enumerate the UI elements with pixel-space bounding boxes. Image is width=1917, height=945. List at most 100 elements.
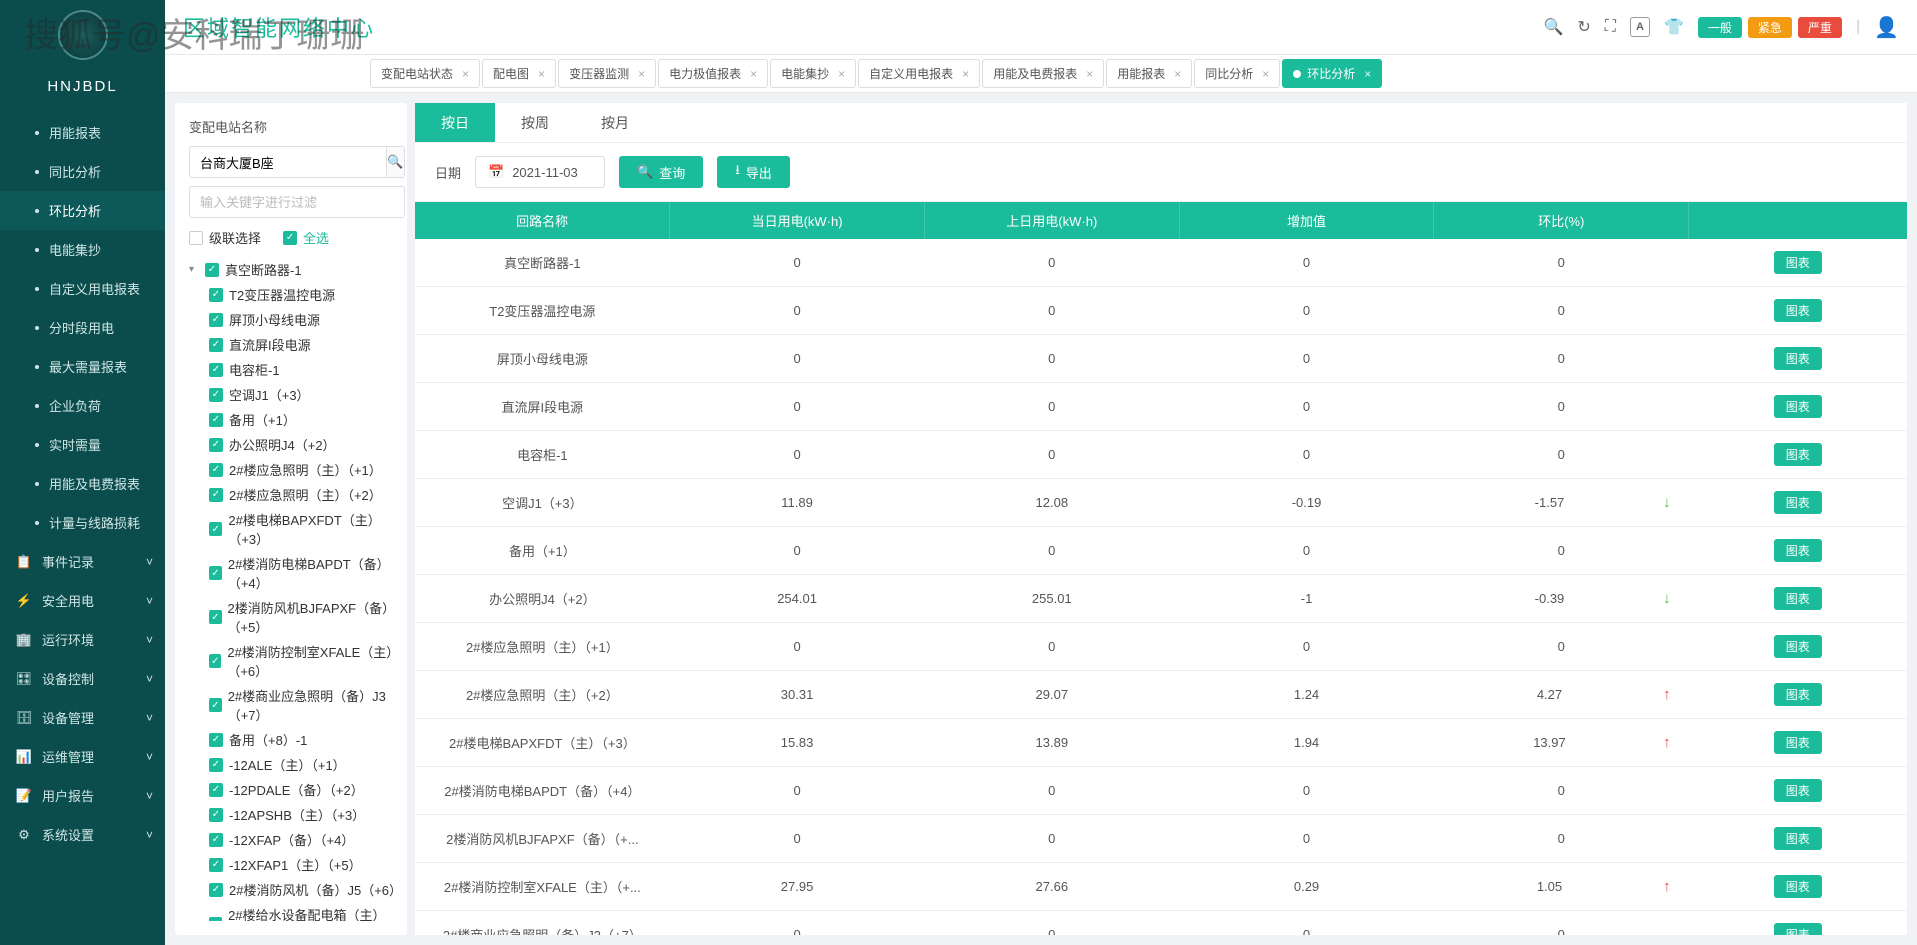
tree-node[interactable]: ✓-12APSHB（主）（+3） <box>209 802 405 827</box>
chart-button[interactable]: 图表 <box>1774 875 1822 898</box>
cascade-checkbox[interactable]: 级联选择 <box>189 228 261 247</box>
tree-node[interactable]: ✓备用（+8）-1 <box>209 727 405 752</box>
tree-node[interactable]: ✓电容柜-1 <box>209 357 405 382</box>
chart-button[interactable]: 图表 <box>1774 491 1822 514</box>
tree-node[interactable]: ✓2#楼消防风机（备）J5（+6） <box>209 877 405 902</box>
user-avatar[interactable]: 👤 <box>1874 15 1899 40</box>
sidebar-item[interactable]: 计量与线路损耗 <box>0 503 165 542</box>
sidebar: HNJBDL 用能报表同比分析环比分析电能集抄自定义用电报表分时段用电最大需量报… <box>0 0 165 945</box>
select-all-checkbox[interactable]: ✓全选 <box>283 228 329 247</box>
tree-filter-input[interactable] <box>189 186 405 218</box>
tree-node[interactable]: ✓备用（+1） <box>209 407 405 432</box>
tree-node[interactable]: ✓2#楼消防控制室XFALE（主）（+6） <box>209 639 405 683</box>
sidebar-item[interactable]: 🗄设备管理˅ <box>0 698 165 737</box>
chart-button[interactable]: 图表 <box>1774 395 1822 418</box>
sidebar-item[interactable]: 企业负荷 <box>0 386 165 425</box>
tree-node[interactable]: ✓-12ALE（主）（+1） <box>209 752 405 777</box>
chart-button[interactable]: 图表 <box>1774 923 1822 935</box>
close-icon[interactable]: × <box>1174 67 1181 81</box>
page-tab[interactable]: 变压器监测× <box>558 59 656 88</box>
tree-node[interactable]: ✓-12XFAP（备）（+4） <box>209 827 405 852</box>
sidebar-item[interactable]: 用能及电费报表 <box>0 464 165 503</box>
fullscreen-icon[interactable]: ⛶ <box>1605 18 1616 36</box>
sidebar-item[interactable]: 环比分析 <box>0 191 165 230</box>
tree-node[interactable]: ✓2#楼商业应急照明（备）J3（+7） <box>209 683 405 727</box>
page-tab[interactable]: 自定义用电报表× <box>858 59 980 88</box>
tree-node[interactable]: ✓2#楼给水设备配电箱（主）（+7） <box>209 902 405 921</box>
tree-node[interactable]: ✓2#楼应急照明（主）（+2） <box>209 482 405 507</box>
close-icon[interactable]: × <box>962 67 969 81</box>
station-select[interactable] <box>189 146 387 178</box>
tree-node[interactable]: ✓2#楼应急照明（主）（+1） <box>209 457 405 482</box>
close-icon[interactable]: × <box>1364 67 1371 81</box>
tree-node[interactable]: ✓-12PDALE（备）（+2） <box>209 777 405 802</box>
theme-icon[interactable]: 👕 <box>1664 17 1684 37</box>
tree-node[interactable]: ▾✓真空断路器-1 <box>189 257 405 282</box>
chart-button[interactable]: 图表 <box>1774 827 1822 850</box>
chart-button[interactable]: 图表 <box>1774 779 1822 802</box>
sidebar-item[interactable]: 最大需量报表 <box>0 347 165 386</box>
chart-button[interactable]: 图表 <box>1774 251 1822 274</box>
chart-button[interactable]: 图表 <box>1774 299 1822 322</box>
tree-node[interactable]: ✓2#楼电梯BAPXFDT（主）（+3） <box>209 507 405 551</box>
chart-button[interactable]: 图表 <box>1774 635 1822 658</box>
page-tab[interactable]: 同比分析× <box>1194 59 1280 88</box>
chart-button[interactable]: 图表 <box>1774 731 1822 754</box>
tree-node[interactable]: ✓T2变压器温控电源 <box>209 282 405 307</box>
tree-node[interactable]: ✓屏顶小母线电源 <box>209 307 405 332</box>
sidebar-item[interactable]: 实时需量 <box>0 425 165 464</box>
period-tab[interactable]: 按周 <box>495 103 575 142</box>
refresh-icon[interactable]: ↻ <box>1577 17 1590 37</box>
chart-button[interactable]: 图表 <box>1774 587 1822 610</box>
toolbar: 日期 📅 2021-11-03 🔍查询 ⭳导出 <box>415 143 1907 201</box>
page-tab[interactable]: 用能报表× <box>1106 59 1192 88</box>
query-button[interactable]: 🔍查询 <box>619 156 703 188</box>
period-tab[interactable]: 按日 <box>415 103 495 142</box>
alarm-badge[interactable]: 紧急 <box>1748 17 1792 38</box>
sidebar-item[interactable]: 🎛设备控制˅ <box>0 659 165 698</box>
sidebar-item[interactable]: 📊运维管理˅ <box>0 737 165 776</box>
close-icon[interactable]: × <box>838 67 845 81</box>
page-tab[interactable]: 变配电站状态× <box>370 59 480 88</box>
sidebar-item[interactable]: 🏢运行环境˅ <box>0 620 165 659</box>
close-icon[interactable]: × <box>1262 67 1269 81</box>
chart-button[interactable]: 图表 <box>1774 683 1822 706</box>
sidebar-item[interactable]: ⚙系统设置˅ <box>0 815 165 854</box>
period-tab[interactable]: 按月 <box>575 103 655 142</box>
sidebar-item[interactable]: 同比分析 <box>0 152 165 191</box>
station-search-button[interactable]: 🔍 <box>387 146 405 178</box>
close-icon[interactable]: × <box>750 67 757 81</box>
sidebar-item[interactable]: 电能集抄 <box>0 230 165 269</box>
sidebar-item[interactable]: 📋事件记录˅ <box>0 542 165 581</box>
alarm-badge[interactable]: 一般 <box>1698 17 1742 38</box>
page-title: 区域智能网络中心 <box>183 11 375 43</box>
close-icon[interactable]: × <box>638 67 645 81</box>
page-tab[interactable]: 电能集抄× <box>770 59 856 88</box>
chart-button[interactable]: 图表 <box>1774 539 1822 562</box>
page-tab[interactable]: 电力极值报表× <box>658 59 768 88</box>
sidebar-item[interactable]: 自定义用电报表 <box>0 269 165 308</box>
page-tab[interactable]: 环比分析× <box>1282 59 1382 88</box>
close-icon[interactable]: × <box>462 67 469 81</box>
close-icon[interactable]: × <box>1086 67 1093 81</box>
search-icon[interactable]: 🔍 <box>1543 17 1563 37</box>
tree-node[interactable]: ✓-12XFAP1（主）（+5） <box>209 852 405 877</box>
sidebar-item[interactable]: 用能报表 <box>0 113 165 152</box>
close-icon[interactable]: × <box>538 67 545 81</box>
font-size-icon[interactable]: A <box>1630 17 1650 37</box>
date-picker[interactable]: 📅 2021-11-03 <box>475 156 605 188</box>
tree-node[interactable]: ✓2楼消防风机BJFAPXF（备）（+5） <box>209 595 405 639</box>
tree-node[interactable]: ✓2#楼消防电梯BAPDT（备）（+4） <box>209 551 405 595</box>
tree-node[interactable]: ✓空调J1（+3） <box>209 382 405 407</box>
sidebar-item[interactable]: 📝用户报告˅ <box>0 776 165 815</box>
sidebar-item[interactable]: ⚡安全用电˅ <box>0 581 165 620</box>
chart-button[interactable]: 图表 <box>1774 347 1822 370</box>
chart-button[interactable]: 图表 <box>1774 443 1822 466</box>
tree-node[interactable]: ✓直流屏I段电源 <box>209 332 405 357</box>
page-tab[interactable]: 配电图× <box>482 59 556 88</box>
sidebar-item[interactable]: 分时段用电 <box>0 308 165 347</box>
tree-node[interactable]: ✓办公照明J4（+2） <box>209 432 405 457</box>
alarm-badge[interactable]: 严重 <box>1798 17 1842 38</box>
export-button[interactable]: ⭳导出 <box>717 156 790 188</box>
page-tab[interactable]: 用能及电费报表× <box>982 59 1104 88</box>
